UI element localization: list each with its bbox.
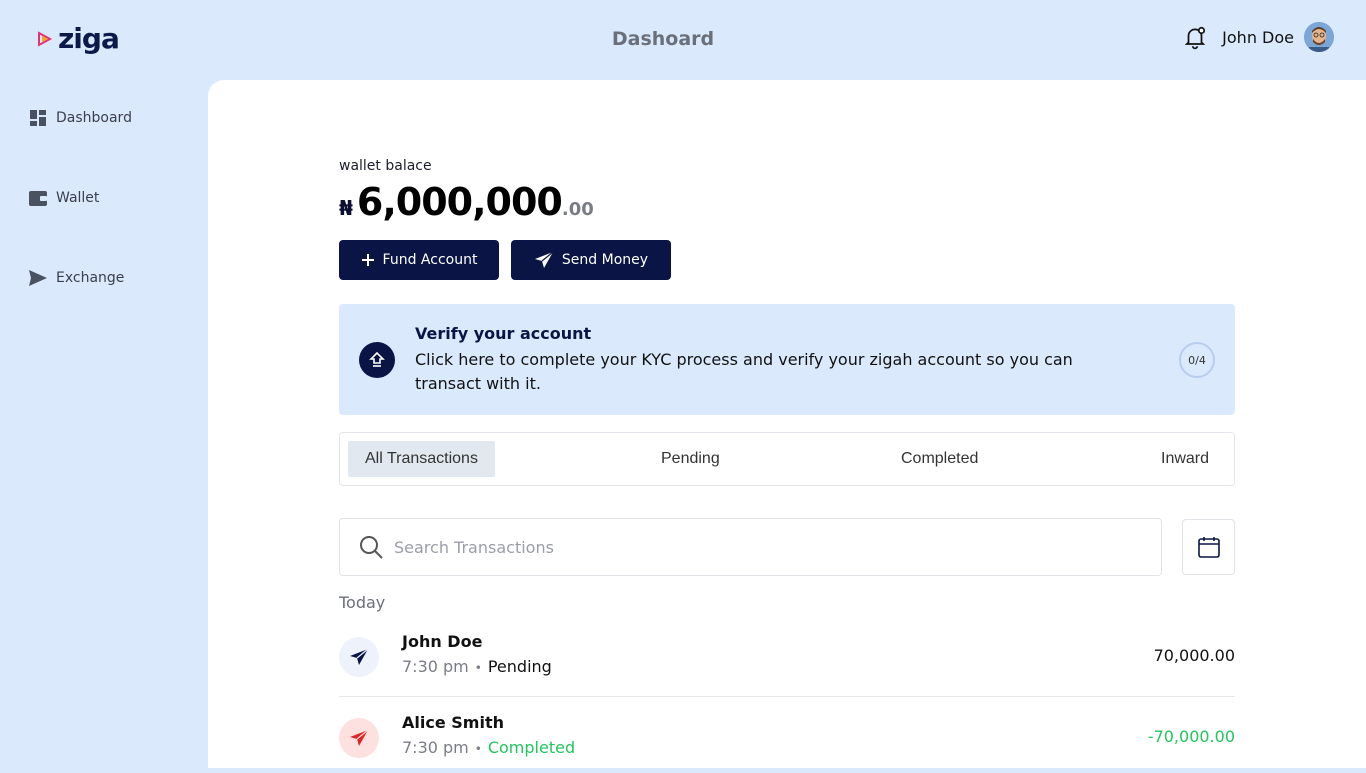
search-bar: [339, 518, 1162, 576]
send-icon: [29, 270, 47, 286]
wallet-balance: ₦ 6,000,000 .00: [339, 180, 594, 224]
sidebar-item-label: Dashboard: [56, 110, 132, 126]
wallet-balance-label: wallet balace: [339, 158, 432, 174]
balance-amount: 6,000,000: [356, 180, 563, 224]
balance-decimals: .00: [561, 199, 594, 220]
transaction-time: 7:30 pm: [402, 657, 469, 676]
wallet-icon: [29, 191, 47, 206]
page-title: Dashoard: [611, 28, 715, 50]
transaction-meta: 7:30 pm • Completed: [402, 738, 576, 757]
transaction-amount: -70,000.00: [1147, 727, 1235, 746]
send-money-button[interactable]: Send Money: [511, 240, 671, 280]
fund-account-button[interactable]: Fund Account: [339, 240, 499, 280]
divider: [339, 696, 1235, 697]
sidebar-item-label: Exchange: [56, 270, 125, 286]
transaction-tabs: All Transactions Pending Completed Inwar…: [339, 432, 1235, 486]
transaction-amount: 70,000.00: [1153, 646, 1235, 665]
sidebar-item-wallet[interactable]: Wallet: [28, 188, 99, 208]
transaction-time: 7:30 pm: [402, 738, 469, 757]
date-filter-button[interactable]: [1182, 519, 1235, 575]
tab-pending[interactable]: Pending: [661, 441, 720, 477]
tab-all-transactions[interactable]: All Transactions: [348, 441, 495, 477]
bell-icon[interactable]: [1182, 24, 1208, 50]
search-input[interactable]: [394, 537, 1114, 557]
transaction-name: Alice Smith: [402, 713, 504, 732]
main-panel: wallet balace ₦ 6,000,000 .00 Fund Accou…: [208, 80, 1366, 768]
calendar-icon: [1197, 537, 1220, 558]
verify-title: Verify your account: [415, 324, 592, 343]
transaction-meta: 7:30 pm • Pending: [402, 657, 552, 676]
currency-symbol: ₦: [339, 196, 353, 220]
transaction-status: Completed: [487, 738, 576, 757]
avatar[interactable]: [1304, 22, 1334, 52]
user-area: John Doe: [1182, 22, 1334, 52]
avatar-face-icon: [1304, 22, 1334, 52]
dashboard-icon: [30, 110, 46, 126]
send-icon: [339, 637, 379, 677]
sidebar-item-exchange[interactable]: Exchange: [28, 268, 124, 288]
send-icon: [339, 718, 379, 758]
tab-completed[interactable]: Completed: [901, 441, 978, 477]
verify-account-banner[interactable]: Verify your account Click here to comple…: [339, 304, 1235, 415]
top-bar: ziga Dashoard John Doe: [0, 0, 1366, 80]
transaction-status: Pending: [487, 657, 552, 676]
tab-inward[interactable]: Inward: [1161, 441, 1209, 477]
paper-plane-icon: [534, 251, 554, 268]
transaction-group-label: Today: [339, 593, 386, 612]
kyc-progress: 0/4: [1179, 342, 1215, 378]
sidebar-item-label: Wallet: [56, 190, 100, 206]
upload-icon: [359, 342, 395, 378]
plus-icon: [361, 254, 374, 266]
transaction-name: John Doe: [402, 632, 483, 651]
verify-description: Click here to complete your KYC process …: [415, 350, 1073, 393]
transaction-row[interactable]: John Doe 7:30 pm • Pending 70,000.00: [339, 622, 1235, 692]
sidebar-item-dashboard[interactable]: Dashboard: [28, 108, 132, 128]
user-name[interactable]: John Doe: [1222, 28, 1294, 47]
search-icon: [360, 536, 383, 559]
transaction-row[interactable]: Alice Smith 7:30 pm • Completed -70,000.00: [339, 703, 1235, 773]
